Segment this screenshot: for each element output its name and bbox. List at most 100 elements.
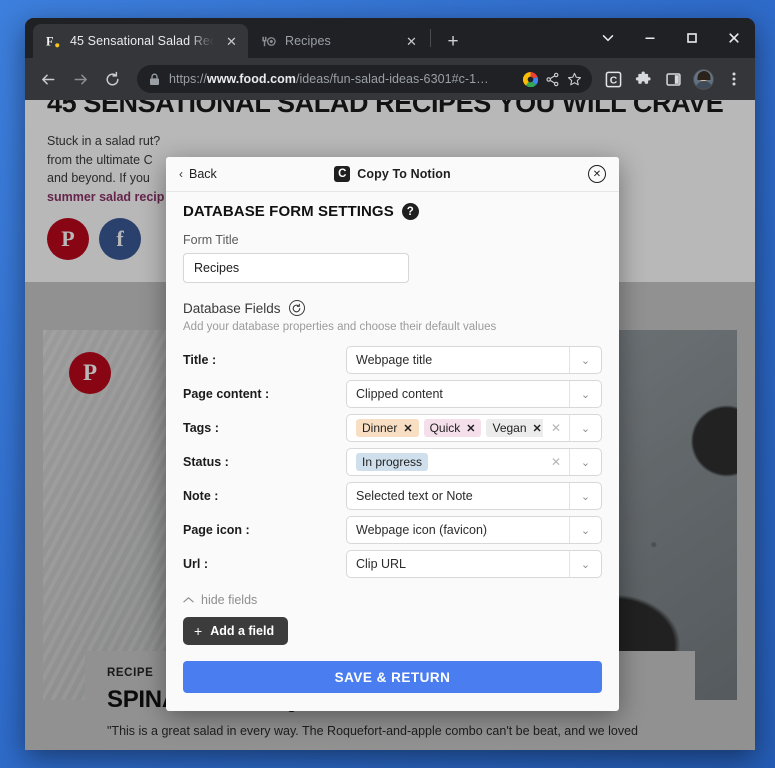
tab-recipes[interactable]: Recipes ✕ (248, 24, 428, 58)
puzzle-icon[interactable] (630, 66, 657, 93)
save-and-return-button[interactable]: SAVE & RETURN (183, 661, 602, 693)
clear-tags-button[interactable]: ✕ (543, 421, 569, 435)
tag-chip-remove-icon[interactable]: ✕ (533, 422, 542, 435)
extension-actions: C (600, 66, 747, 93)
dialog-body: DATABASE FORM SETTINGS ? Form Title Reci… (166, 192, 619, 645)
dialog-footer: SAVE & RETURN (166, 645, 619, 711)
field-row-status: Status : In progress ✕ ⌄ (183, 445, 602, 479)
section-title: DATABASE FORM SETTINGS ? (183, 203, 602, 220)
row-label: Url : (183, 557, 208, 571)
row-label: Page icon : (183, 523, 250, 537)
side-panel-icon[interactable] (660, 66, 687, 93)
chevron-down-icon[interactable]: ⌄ (569, 347, 601, 373)
tag-chip-remove-icon[interactable]: ✕ (403, 422, 412, 435)
field-row-note: Note : Selected text or Note ⌄ (183, 479, 602, 513)
section-title-label: DATABASE FORM SETTINGS (183, 203, 394, 220)
copy-to-notion-dialog: ‹ Back C Copy To Notion ✕ DATABASE FORM … (166, 157, 619, 711)
tag-chip-label: Dinner (362, 421, 398, 435)
row-label: Status : (183, 455, 229, 469)
database-fields-heading: Database Fields (183, 300, 602, 316)
tag-chip-remove-icon[interactable]: ✕ (466, 422, 475, 435)
close-dialog-button[interactable]: ✕ (588, 165, 606, 183)
reload-button[interactable] (97, 64, 127, 94)
chevron-down-icon[interactable]: ⌄ (569, 551, 601, 577)
select-value: In progress (347, 453, 543, 471)
share-icon[interactable] (545, 72, 560, 87)
maximize-button[interactable] (671, 18, 713, 58)
tag-chip: Vegan ✕ (486, 419, 543, 437)
select-value: Webpage icon (favicon) (356, 523, 488, 537)
three-dot-menu-icon[interactable] (720, 66, 747, 93)
new-tab-button[interactable]: + (439, 27, 467, 55)
refresh-icon[interactable] (288, 300, 305, 316)
chevron-down-icon[interactable]: ⌄ (569, 517, 601, 543)
title-select[interactable]: Webpage title ⌄ (346, 346, 602, 374)
tab-food-com[interactable]: F 45 Sensational Salad Reci ✕ (33, 24, 248, 58)
help-icon[interactable]: ? (401, 203, 419, 220)
database-fields-label: Database Fields (183, 300, 281, 316)
dialog-header: ‹ Back C Copy To Notion ✕ (166, 157, 619, 192)
window-controls (587, 18, 755, 58)
chevron-down-icon[interactable]: ⌄ (569, 381, 601, 407)
tab-strip: F 45 Sensational Salad Reci ✕ Recipes ✕ (25, 18, 755, 58)
row-label: Page content : (183, 387, 270, 401)
note-select[interactable]: Selected text or Note ⌄ (346, 482, 602, 510)
status-chip: In progress (356, 453, 429, 471)
browser-toolbar: https://www.food.com/ideas/fun-salad-ide… (25, 58, 755, 100)
hide-fields-label: hide fields (201, 593, 258, 607)
lock-icon (149, 73, 160, 86)
status-chip-label: In progress (362, 455, 423, 469)
user-avatar[interactable] (690, 66, 717, 93)
star-icon[interactable] (567, 72, 582, 87)
chevron-down-icon[interactable]: ⌄ (569, 483, 601, 509)
select-value: Webpage title (356, 353, 433, 367)
select-value: Dinner ✕ Quick ✕ Vegan ✕ (347, 419, 543, 437)
chevron-left-icon: ‹ (179, 167, 183, 181)
database-field-rows: Title : Webpage title ⌄ Page content : C… (183, 343, 602, 581)
dialog-brand: C Copy To Notion (166, 166, 619, 182)
tags-multiselect[interactable]: Dinner ✕ Quick ✕ Vegan ✕ ✕ ⌄ (346, 414, 602, 442)
row-label: Title : (183, 353, 217, 367)
form-title-input[interactable]: Recipes (183, 253, 409, 283)
select-value: Clipped content (356, 387, 443, 401)
back-button[interactable] (33, 64, 63, 94)
back-button[interactable]: ‹ Back (179, 167, 217, 181)
tab-title: 45 Sensational Salad Reci (70, 34, 214, 48)
close-window-button[interactable] (713, 18, 755, 58)
tab-close-button[interactable]: ✕ (223, 33, 240, 50)
tag-chip-label: Vegan (492, 421, 527, 435)
field-row-title: Title : Webpage title ⌄ (183, 343, 602, 377)
url-select[interactable]: Clip URL ⌄ (346, 550, 602, 578)
google-icon[interactable] (523, 71, 538, 87)
database-fields-subtitle: Add your database properties and choose … (183, 321, 497, 333)
tag-chip: Dinner ✕ (356, 419, 419, 437)
form-title-label: Form Title (183, 233, 239, 247)
row-label: Tags : (183, 421, 219, 435)
field-row-page-icon: Page icon : Webpage icon (favicon) ⌄ (183, 513, 602, 547)
select-value: Clip URL (356, 557, 407, 571)
status-select[interactable]: In progress ✕ ⌄ (346, 448, 602, 476)
tag-chip: Quick ✕ (423, 419, 482, 437)
chevron-down-icon[interactable]: ⌄ (569, 449, 601, 475)
tag-chip-label: Quick (429, 421, 461, 435)
forward-button[interactable] (65, 64, 95, 94)
food-com-favicon: F (45, 33, 61, 49)
field-row-url: Url : Clip URL ⌄ (183, 547, 602, 581)
browser-window: F 45 Sensational Salad Reci ✕ Recipes ✕ (25, 18, 755, 750)
copy-to-notion-extension-icon[interactable]: C (600, 66, 627, 93)
chevron-down-icon[interactable]: ⌄ (569, 415, 601, 441)
page-viewport: 45 SENSATIONAL SALAD RECIPES YOU WILL CR… (25, 100, 755, 750)
tab-close-button[interactable]: ✕ (403, 33, 420, 50)
add-field-button[interactable]: + Add a field (183, 617, 289, 645)
field-row-page-content: Page content : Clipped content ⌄ (183, 377, 602, 411)
tab-title: Recipes (285, 34, 331, 48)
page-icon-select[interactable]: Webpage icon (favicon) ⌄ (346, 516, 602, 544)
row-label: Note : (183, 489, 219, 503)
address-bar[interactable]: https://www.food.com/ideas/fun-salad-ide… (137, 65, 592, 93)
page-content-select[interactable]: Clipped content ⌄ (346, 380, 602, 408)
omnibox-actions (523, 71, 582, 87)
clear-status-button[interactable]: ✕ (543, 455, 569, 469)
minimize-button[interactable] (629, 18, 671, 58)
hide-fields-toggle[interactable]: hide fields (183, 593, 602, 607)
tab-search-button[interactable] (587, 18, 629, 58)
